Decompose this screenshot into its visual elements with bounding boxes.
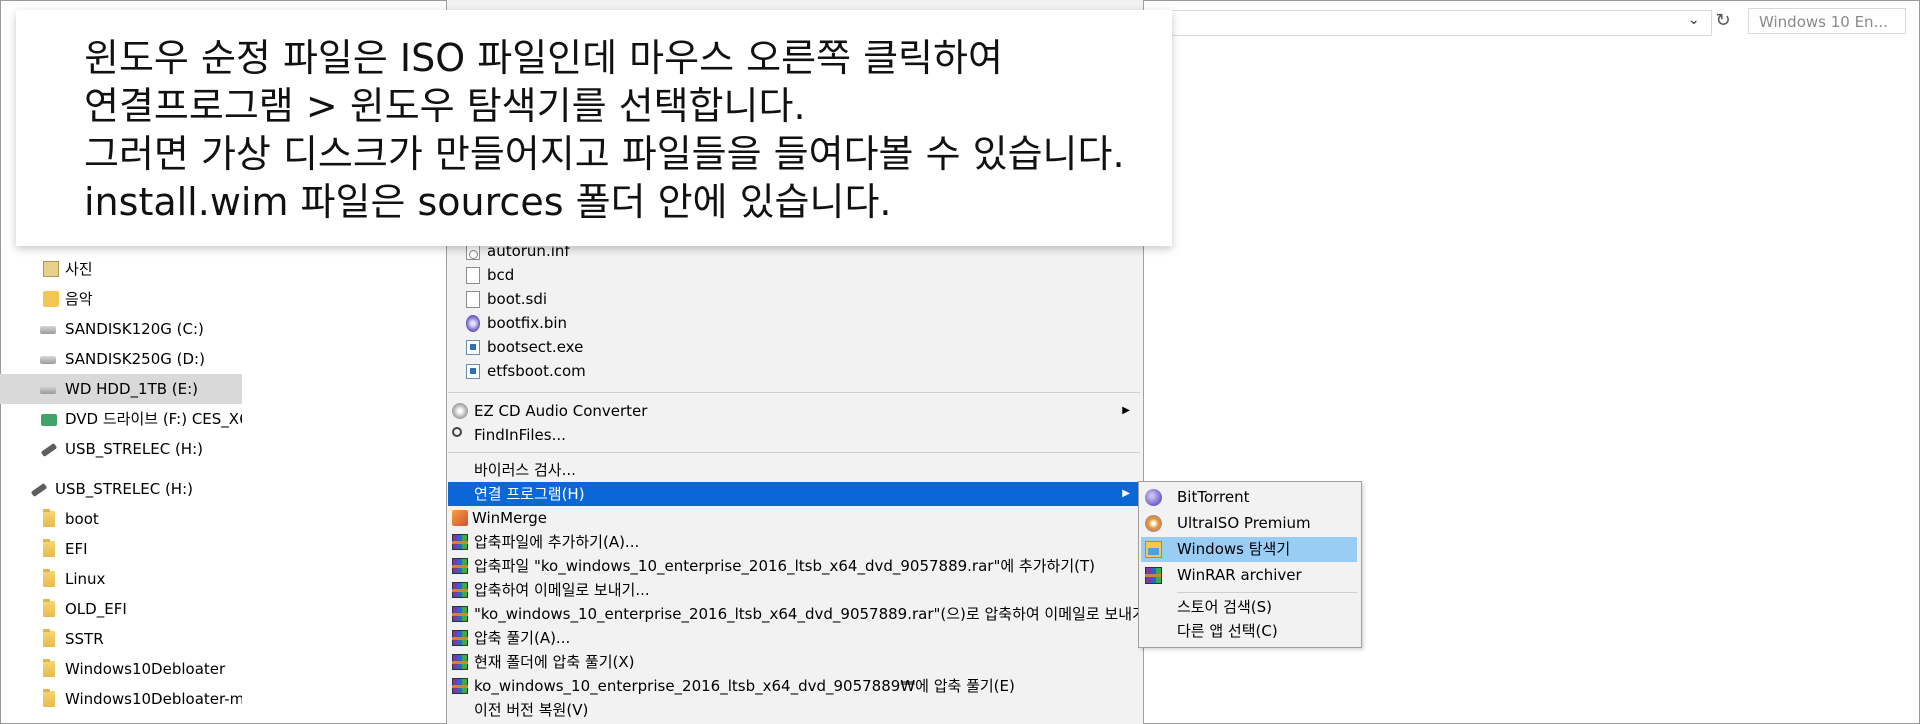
- file-icon: [466, 291, 480, 308]
- annotation-line-3: 그러면 가상 디스크가 만들어지고 파일들을 들여다볼 수 있습니다.: [84, 132, 1125, 176]
- refresh-icon[interactable]: ↻: [1712, 10, 1734, 32]
- submenu-item-winrar[interactable]: WinRAR archiver: [1141, 563, 1357, 588]
- winrar-icon: [452, 678, 468, 694]
- ultraiso-icon: [1145, 515, 1162, 532]
- winrar-icon: [452, 654, 468, 670]
- executable-icon: [466, 340, 480, 355]
- sidebar-item-debloater-master[interactable]: Windows10Debloater-mas: [0, 684, 242, 714]
- winrar-icon: [452, 558, 468, 574]
- menu-separator: [448, 392, 1140, 393]
- drive-icon: [40, 356, 56, 364]
- sidebar-item-drive-c[interactable]: SANDISK120G (C:): [0, 314, 242, 344]
- navigation-pane: 사진 음악 SANDISK120G (C:) SANDISK250G (D:) …: [0, 250, 242, 724]
- folder-icon: [43, 509, 55, 527]
- submenu-item-windows-explorer[interactable]: Windows 탐색기: [1141, 537, 1357, 562]
- menu-item-extract-to[interactable]: ko_windows_10_enterprise_2016_ltsb_x64_d…: [448, 674, 1140, 698]
- dvd-drive-icon: [41, 414, 57, 426]
- sidebar-item-boot[interactable]: boot: [0, 504, 242, 534]
- winrar-icon: [452, 582, 468, 598]
- executable-icon: [466, 364, 480, 379]
- music-folder-icon: [43, 291, 59, 307]
- bittorrent-icon: [1145, 489, 1162, 506]
- address-bar[interactable]: [1140, 8, 1712, 36]
- usb-drive-icon: [30, 482, 48, 498]
- menu-item-compress-email[interactable]: 압축하여 이메일로 보내기...: [448, 578, 1140, 602]
- menu-item-extract[interactable]: 압축 풀기(A)...: [448, 626, 1140, 650]
- menu-separator: [448, 452, 1140, 453]
- file-icon: [466, 267, 480, 284]
- drive-icon: [40, 326, 56, 334]
- submenu-arrow-icon: ▶: [1122, 488, 1130, 499]
- menu-item-add-archive[interactable]: 압축파일에 추가하기(A)...: [448, 530, 1140, 554]
- submenu-arrow-icon: ▶: [1122, 405, 1130, 416]
- annotation-line-1: 윈도우 순정 파일은 ISO 파일인데 마우스 오른쪽 클릭하여: [84, 36, 1003, 80]
- sidebar-item-usb-h[interactable]: USB_STRELEC (H:): [0, 434, 242, 464]
- sidebar-item-debloater[interactable]: Windows10Debloater: [0, 654, 242, 684]
- menu-item-extract-here[interactable]: 현재 폴더에 압축 풀기(X): [448, 650, 1140, 674]
- folder-icon: [43, 539, 55, 557]
- submenu-item-other-app[interactable]: 다른 앱 선택(C): [1141, 619, 1357, 644]
- pictures-folder-icon: [43, 261, 59, 277]
- search-icon: [452, 427, 462, 437]
- address-dropdown-icon[interactable]: ⌄: [1688, 12, 1700, 28]
- sidebar-item-music[interactable]: 음악: [0, 284, 242, 314]
- menu-separator: [1177, 592, 1357, 593]
- folder-icon: [43, 659, 55, 677]
- sidebar-item-efi[interactable]: EFI: [0, 534, 242, 564]
- cd-icon: [452, 403, 468, 419]
- address-input[interactable]: [1140, 10, 1712, 36]
- folder-icon: [43, 689, 55, 707]
- windows-explorer-icon: [1145, 541, 1162, 558]
- sidebar-item-pictures[interactable]: 사진: [0, 254, 242, 284]
- winrar-icon: [452, 534, 468, 550]
- sidebar-item-old-efi[interactable]: OLD_EFI: [0, 594, 242, 624]
- winrar-icon: [452, 630, 468, 646]
- submenu-item-store-search[interactable]: 스토어 검색(S): [1141, 595, 1357, 620]
- sidebar-item-drive-d[interactable]: SANDISK250G (D:): [0, 344, 242, 374]
- sidebar-item-usb-h-root[interactable]: USB_STRELEC (H:): [0, 474, 242, 504]
- winmerge-icon: [452, 510, 468, 526]
- folder-icon: [43, 599, 55, 617]
- submenu-item-bittorrent[interactable]: BitTorrent: [1141, 485, 1357, 510]
- menu-item-open-with[interactable]: 연결 프로그램(H) ▶: [448, 482, 1140, 506]
- menu-item-virus-scan[interactable]: 바이러스 검사...: [448, 458, 1140, 482]
- menu-item-winmerge[interactable]: WinMerge: [448, 506, 1140, 530]
- sidebar-item-sstr[interactable]: SSTR: [0, 624, 242, 654]
- usb-drive-icon: [40, 442, 58, 458]
- sidebar-item-drive-e[interactable]: WD HDD_1TB (E:): [0, 374, 242, 404]
- folder-icon: [43, 629, 55, 647]
- menu-item-compress-rar-email[interactable]: "ko_windows_10_enterprise_2016_ltsb_x64_…: [448, 602, 1146, 626]
- submenu-item-ultraiso[interactable]: UltraISO Premium: [1141, 511, 1357, 536]
- winrar-icon: [1145, 567, 1162, 584]
- sidebar-item-linux[interactable]: Linux: [0, 564, 242, 594]
- menu-item-add-rar[interactable]: 압축파일 "ko_windows_10_enterprise_2016_ltsb…: [448, 554, 1140, 578]
- annotation-line-4: install.wim 파일은 sources 폴더 안에 있습니다.: [84, 180, 892, 224]
- menu-item-findinfiles[interactable]: FindInFiles...: [448, 423, 1140, 447]
- menu-item-restore-previous[interactable]: 이전 버전 복원(V): [448, 698, 1140, 722]
- folder-icon: [43, 569, 55, 587]
- annotation-box: 윈도우 순정 파일은 ISO 파일인데 마우스 오른쪽 클릭하여 연결프로그램 …: [16, 10, 1172, 246]
- menu-item-ez-cd[interactable]: EZ CD Audio Converter ▶: [448, 399, 1140, 423]
- open-with-submenu: BitTorrent UltraISO Premium Windows 탐색기 …: [1138, 481, 1362, 648]
- search-input[interactable]: Windows 10 En...: [1748, 8, 1906, 34]
- winrar-icon: [452, 606, 468, 622]
- sidebar-item-dvd-f[interactable]: DVD 드라이브 (F:) CES_X6: [0, 404, 242, 434]
- disc-image-icon: [466, 315, 480, 332]
- drive-icon: [40, 386, 56, 394]
- annotation-line-2: 연결프로그램 > 윈도우 탐색기를 선택합니다.: [84, 84, 806, 128]
